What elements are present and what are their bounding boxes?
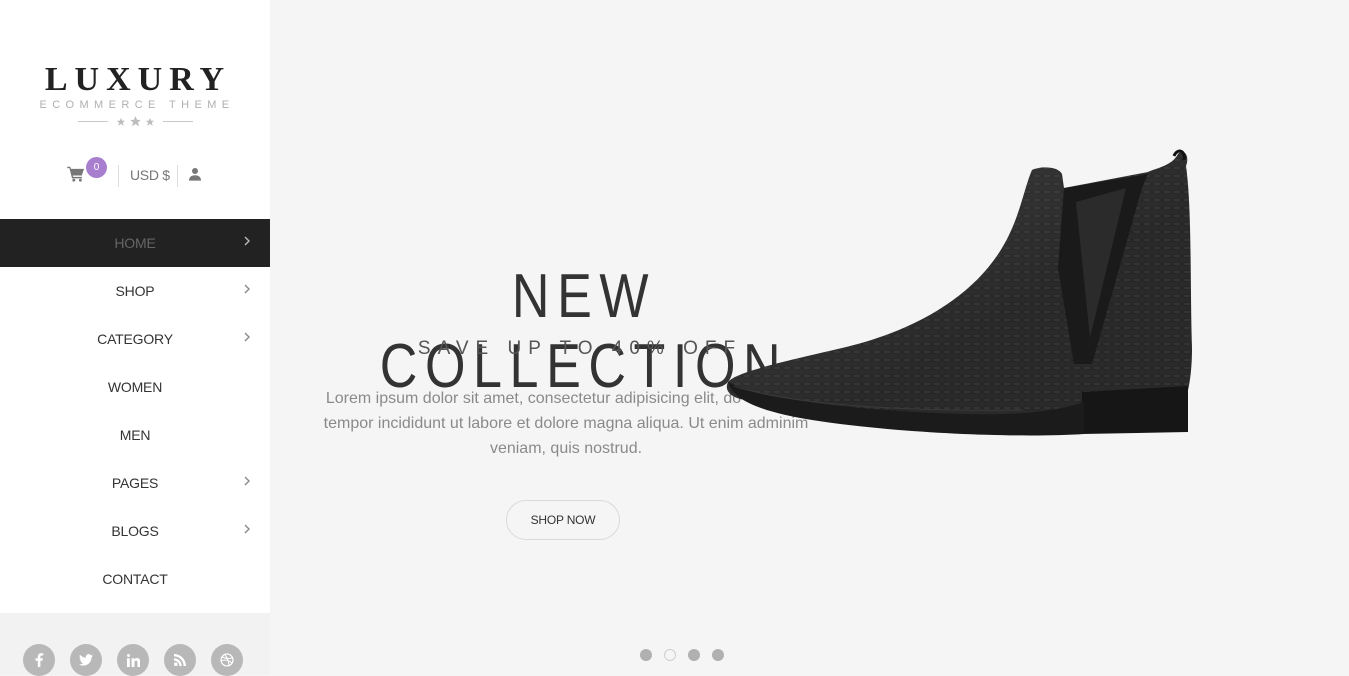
nav-item-women[interactable]: WOMEN — [0, 363, 270, 411]
nav-item-label: CONTACT — [102, 571, 168, 587]
nav-item-pages[interactable]: PAGES — [0, 459, 270, 507]
main-nav: HOME SHOP CATEGORY WOMEN MEN PAGES BLOGS… — [0, 219, 270, 603]
nav-item-home[interactable]: HOME — [0, 219, 270, 267]
nav-item-men[interactable]: MEN — [0, 411, 270, 459]
chevron-right-icon — [244, 332, 250, 342]
social-links — [0, 644, 270, 676]
logo-title: LUXURY — [44, 61, 232, 98]
boot-image — [726, 149, 1192, 436]
rss-icon[interactable] — [164, 644, 196, 676]
nav-item-label: PAGES — [111, 475, 159, 491]
shop-now-button[interactable]: SHOP NOW — [506, 500, 620, 540]
sidebar: LUXURY ECOMMERCE THEME USD $ HOME SHOP C… — [0, 0, 270, 613]
divider — [118, 165, 119, 187]
nav-item-contact[interactable]: CONTACT — [0, 555, 270, 603]
nav-item-label: SHOP — [115, 283, 155, 299]
twitter-icon[interactable] — [70, 644, 102, 676]
nav-item-label: WOMEN — [107, 379, 163, 395]
divider — [162, 121, 193, 122]
dribbble-icon[interactable] — [211, 644, 243, 676]
linkedin-icon[interactable] — [117, 644, 149, 676]
utility-bar: USD $ — [0, 158, 270, 190]
logo[interactable]: LUXURY ECOMMERCE THEME — [0, 62, 270, 128]
divider — [177, 165, 178, 187]
nav-item-label: HOME — [114, 235, 156, 251]
chevron-right-icon — [244, 476, 250, 486]
slider-dot[interactable] — [640, 649, 652, 661]
divider — [77, 121, 108, 122]
slider-dot-active[interactable] — [664, 649, 676, 661]
nav-item-shop[interactable]: SHOP — [0, 267, 270, 315]
chevron-right-icon — [244, 284, 250, 294]
user-icon[interactable] — [189, 167, 201, 181]
nav-item-label: CATEGORY — [97, 331, 173, 347]
cart-icon[interactable] — [67, 166, 85, 182]
slider-dot[interactable] — [688, 649, 700, 661]
slider-pagination — [638, 649, 728, 663]
currency-selector[interactable]: USD $ — [130, 167, 170, 183]
cart-count-badge: 0 — [86, 157, 107, 178]
nav-item-label: BLOGS — [111, 523, 159, 539]
logo-ornament — [0, 115, 270, 128]
chevron-right-icon — [244, 524, 250, 534]
stars-icon — [116, 115, 155, 128]
nav-item-blogs[interactable]: BLOGS — [0, 507, 270, 555]
chevron-right-icon — [244, 236, 250, 246]
nav-item-category[interactable]: CATEGORY — [0, 315, 270, 363]
facebook-icon[interactable] — [23, 644, 55, 676]
nav-item-label: MEN — [119, 427, 151, 443]
slider-dot[interactable] — [712, 649, 724, 661]
logo-subtitle: ECOMMERCE THEME — [39, 99, 235, 111]
